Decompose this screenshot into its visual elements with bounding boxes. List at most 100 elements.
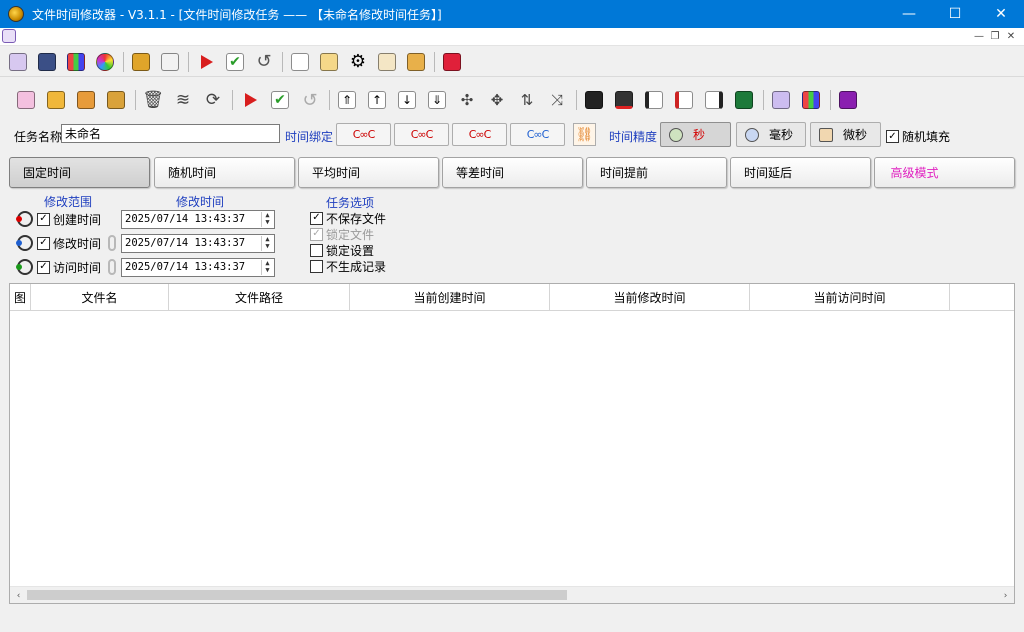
help-book-button[interactable] — [837, 89, 859, 111]
undo-button[interactable]: ↺ — [253, 51, 275, 73]
tab-arithmetic-time[interactable]: 等差时间 — [442, 157, 583, 188]
schedule-button-2[interactable] — [770, 89, 792, 111]
child-restore-button[interactable]: ❐ — [988, 29, 1002, 43]
save-schedule-button[interactable] — [36, 51, 58, 73]
toolbar-separator — [232, 90, 233, 110]
random-fill-checkbox[interactable]: ✓ — [886, 130, 899, 143]
column-header-filepath[interactable]: 文件路径 — [169, 284, 350, 311]
chain-link-icon[interactable] — [108, 259, 116, 275]
tab-fixed-time[interactable]: 固定时间 — [9, 157, 150, 188]
option-lock-settings[interactable]: 锁定设置 — [310, 242, 374, 258]
save-button[interactable] — [583, 89, 605, 111]
column-header-modify-time[interactable]: 当前修改时间 — [550, 284, 750, 311]
sort-button[interactable]: ⇅ — [516, 89, 538, 111]
tab-time-advance[interactable]: 时间提前 — [586, 157, 727, 188]
column-header-filename[interactable]: 文件名 — [31, 284, 169, 311]
tab-time-delay[interactable]: 时间延后 — [730, 157, 871, 188]
schedule-button[interactable] — [7, 51, 29, 73]
palette-button-2[interactable] — [800, 89, 822, 111]
run-button[interactable] — [195, 51, 217, 73]
access-time-checkbox[interactable]: ✓ — [37, 260, 50, 274]
move-up-button[interactable]: ↑ — [366, 89, 388, 111]
file-toolbar: 🗑 ≋ ⟳ ✔ ↺ ⇑ ↑ ↓ ⇓ ✣ ✥ ⇅ ⤨ — [0, 85, 1024, 115]
tab-advanced-mode[interactable]: 高级模式 — [874, 157, 1015, 188]
file-table[interactable]: 图 文件名 文件路径 当前创建时间 当前修改时间 当前访问时间 ‹ › — [9, 283, 1015, 604]
precision-microseconds-button[interactable]: 微秒 — [810, 122, 881, 147]
horizontal-scrollbar[interactable]: ‹ › — [10, 586, 1014, 603]
tab-average-time[interactable]: 平均时间 — [298, 157, 439, 188]
preview-button[interactable] — [289, 51, 311, 73]
about-button[interactable] — [405, 51, 427, 73]
check-button[interactable]: ✔ — [224, 51, 246, 73]
bind-create-all-button[interactable]: C∞C — [452, 123, 507, 146]
check-button-2[interactable]: ✔ — [269, 89, 291, 111]
schedule-icon — [772, 91, 790, 109]
open-folder-button[interactable] — [130, 51, 152, 73]
save-as-button[interactable] — [613, 89, 635, 111]
refresh-button[interactable]: ⟳ — [202, 89, 224, 111]
export-list-button[interactable] — [703, 89, 725, 111]
delete-button[interactable]: 🗑 — [142, 89, 164, 111]
collapse-button[interactable]: ✣ — [456, 89, 478, 111]
add-folder-button[interactable] — [45, 89, 67, 111]
toolbar-separator — [576, 90, 577, 110]
modify-time-checkbox[interactable]: ✓ — [37, 236, 50, 250]
scroll-left-button[interactable]: ‹ — [10, 587, 27, 604]
color-wheel-button[interactable] — [94, 51, 116, 73]
export-csv-button[interactable] — [733, 89, 755, 111]
run-button-2[interactable] — [239, 89, 261, 111]
document-button[interactable] — [376, 51, 398, 73]
precision-seconds-button[interactable]: 秒 — [660, 122, 731, 147]
column-header-icon[interactable]: 图 — [10, 284, 31, 311]
move-down-button[interactable]: ↓ — [396, 89, 418, 111]
modify-time-picker[interactable]: 2025/07/14 13:43:37 ▲ ▼ — [121, 234, 275, 253]
expand-button[interactable]: ✥ — [486, 89, 508, 111]
settings-button[interactable]: ⚙ — [347, 51, 369, 73]
create-time-spinner[interactable]: ▲ ▼ — [261, 212, 273, 227]
child-minimize-button[interactable]: — — [972, 29, 986, 43]
undo-button-2[interactable]: ↺ — [299, 89, 321, 111]
modify-time-spinner[interactable]: ▲ ▼ — [261, 236, 273, 251]
notepad-button[interactable] — [318, 51, 340, 73]
option-no-save-file[interactable]: ✓ 不保存文件 — [310, 210, 386, 226]
column-header-access-time[interactable]: 当前访问时间 — [750, 284, 950, 311]
create-time-checkbox[interactable]: ✓ — [37, 212, 50, 226]
export-excel-button[interactable] — [673, 89, 695, 111]
precision-milliseconds-button[interactable]: 毫秒 — [736, 122, 806, 147]
scroll-right-button[interactable]: › — [997, 587, 1014, 604]
column-header-create-time[interactable]: 当前创建时间 — [350, 284, 550, 311]
shuffle-button[interactable]: ⤨ — [546, 89, 568, 111]
import-list-button[interactable] — [105, 89, 127, 111]
create-time-picker[interactable]: 2025/07/14 13:43:37 ▲ ▼ — [121, 210, 275, 229]
paste-button[interactable] — [159, 51, 181, 73]
move-bottom-button[interactable]: ⇓ — [426, 89, 448, 111]
access-time-picker[interactable]: 2025/07/14 13:43:37 ▲ ▼ — [121, 258, 275, 277]
chain-link-icon[interactable] — [108, 235, 116, 251]
random-fill-option[interactable]: ✓ 随机填充 — [886, 128, 950, 145]
maximize-button[interactable]: ☐ — [932, 0, 978, 28]
child-close-button[interactable]: ✕ — [1004, 29, 1018, 43]
save-icon — [585, 91, 603, 109]
lock-settings-checkbox[interactable] — [310, 243, 323, 257]
export-text-button[interactable] — [643, 89, 665, 111]
option-no-log[interactable]: 不生成记录 — [310, 258, 386, 274]
tab-random-time[interactable]: 随机时间 — [154, 157, 295, 188]
add-files-button[interactable] — [15, 89, 37, 111]
access-time-spinner[interactable]: ▲ ▼ — [261, 260, 273, 275]
palette-button[interactable] — [65, 51, 87, 73]
scroll-thumb[interactable] — [27, 590, 567, 600]
bind-create-modify-button[interactable]: C∞C — [336, 123, 391, 146]
close-button[interactable]: ✕ — [978, 0, 1024, 28]
bind-create-access-button[interactable]: C∞C — [394, 123, 449, 146]
import-button[interactable] — [75, 89, 97, 111]
no-save-file-checkbox[interactable]: ✓ — [310, 211, 323, 225]
child-window-icon[interactable] — [2, 29, 16, 43]
clear-button[interactable]: ≋ — [172, 89, 194, 111]
no-log-checkbox[interactable] — [310, 259, 323, 273]
minimize-button[interactable]: — — [886, 0, 932, 28]
move-top-button[interactable]: ⇑ — [336, 89, 358, 111]
unlink-button[interactable]: ⛓ — [573, 123, 596, 146]
exit-button[interactable] — [441, 51, 463, 73]
task-name-input[interactable] — [61, 124, 280, 143]
bind-modify-access-button[interactable]: C∞C — [510, 123, 565, 146]
